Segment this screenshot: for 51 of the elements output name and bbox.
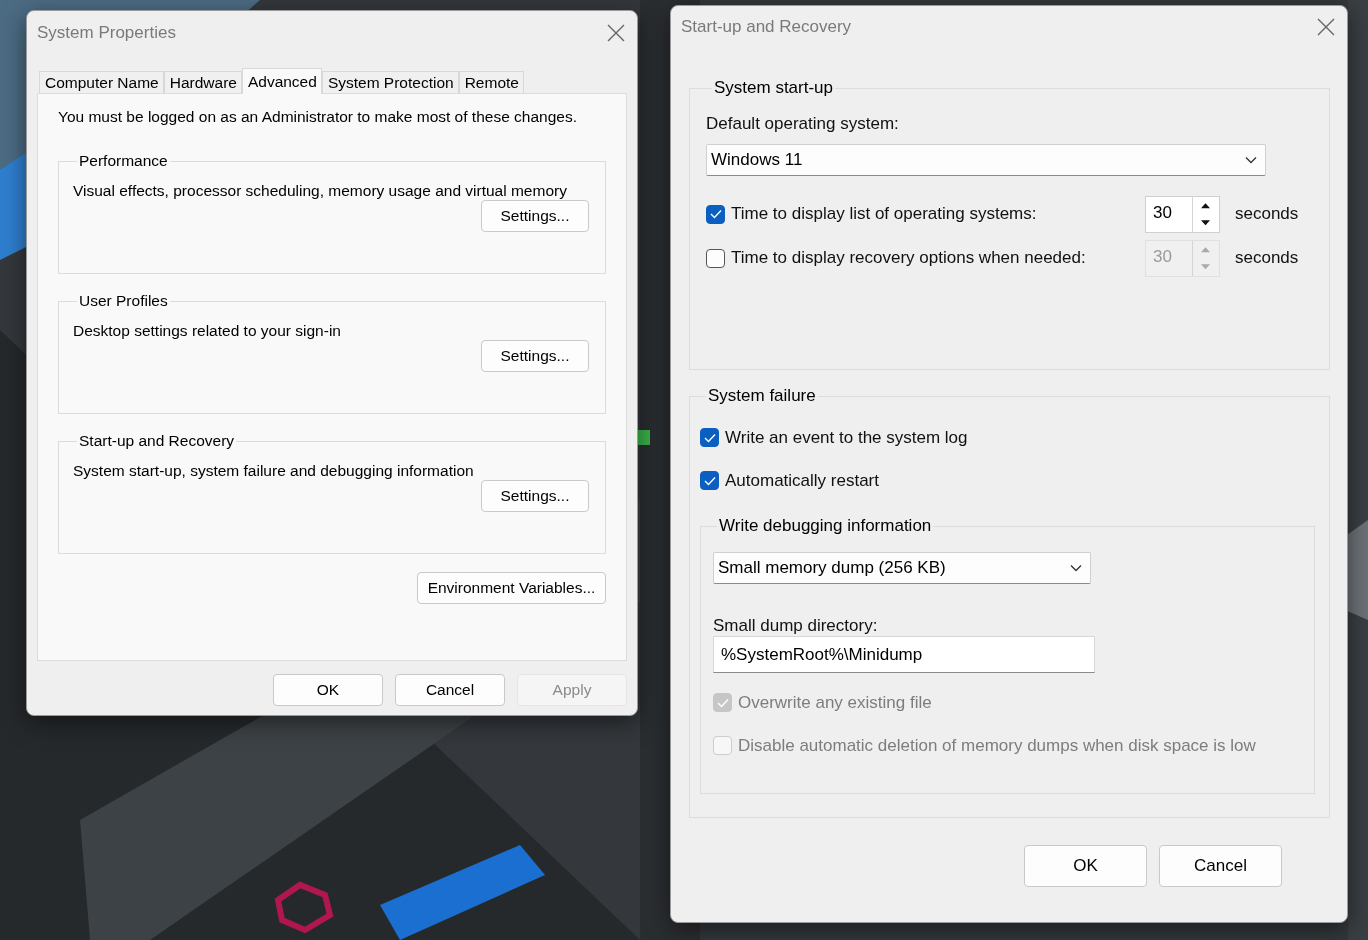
- checkbox-label: Automatically restart: [725, 470, 879, 491]
- unit-label: seconds: [1235, 204, 1300, 224]
- checkbox-label: Write an event to the system log: [725, 427, 968, 448]
- close-icon[interactable]: [1317, 18, 1335, 36]
- settings-button[interactable]: Settings...: [481, 340, 589, 372]
- checkbox-label: Time to display list of operating systems:: [731, 204, 1037, 224]
- dialog-button[interactable]: OK: [273, 674, 383, 706]
- chevron-down-icon: [1070, 564, 1082, 572]
- chevron-down-icon: [1245, 156, 1257, 164]
- number-spinner[interactable]: 30: [1145, 195, 1220, 233]
- checkbox-label: Overwrite any existing file: [738, 692, 932, 713]
- checkbox-label: Disable automatic deletion of memory dumps when disk space is low: [738, 735, 1256, 756]
- dump-type-dropdown[interactable]: Small memory dump (256 KB): [713, 552, 1091, 584]
- dialog-button[interactable]: Cancel: [1159, 845, 1282, 887]
- checkmark-icon: [703, 432, 716, 443]
- checkbox-label: Time to display recovery options when needed:: [731, 248, 1086, 268]
- checkmark-icon: [716, 697, 729, 708]
- group-title: Write debugging information: [718, 516, 933, 536]
- checkbox[interactable]: [706, 204, 725, 224]
- tab[interactable]: System Protection: [321, 71, 459, 93]
- checkbox[interactable]: [700, 428, 719, 447]
- field-label: Small dump directory:: [713, 616, 879, 636]
- window-title: System Properties: [37, 23, 176, 43]
- group-title: User Profiles: [78, 292, 169, 310]
- group-title: Performance: [78, 152, 169, 170]
- environment-variables-button[interactable]: Environment Variables...: [417, 572, 606, 604]
- unit-label: seconds: [1235, 248, 1300, 268]
- group-description: Desktop settings related to your sign-in: [73, 322, 342, 340]
- os-dropdown[interactable]: Windows 11: [706, 144, 1266, 176]
- checkmark-icon: [703, 475, 716, 486]
- tab[interactable]: Remote: [458, 71, 524, 93]
- dialog-button[interactable]: OK: [1024, 845, 1147, 887]
- notice-text: You must be logged on as an Administrator to make most of these changes.: [58, 108, 578, 126]
- checkbox[interactable]: [700, 471, 719, 490]
- window-title: Start-up and Recovery: [681, 17, 852, 37]
- tab[interactable]: Computer Name: [39, 71, 164, 93]
- checkbox[interactable]: [706, 248, 725, 268]
- checkmark-icon: [709, 209, 722, 219]
- group-description: System start-up, system failure and debugging information: [73, 462, 475, 480]
- directory-field[interactable]: %SystemRoot%\Minidump: [713, 636, 1095, 673]
- field-label: Default operating system:: [706, 114, 900, 134]
- tab[interactable]: Hardware: [163, 71, 242, 93]
- settings-button[interactable]: Settings...: [481, 480, 589, 512]
- group-title: System start-up: [713, 78, 835, 98]
- group-title: System failure: [707, 386, 817, 406]
- tab[interactable]: Advanced: [241, 68, 322, 94]
- settings-button[interactable]: Settings...: [481, 200, 589, 232]
- group-description: Visual effects, processor scheduling, memory usage and virtual memory: [73, 182, 568, 200]
- group-title: Start-up and Recovery: [78, 432, 236, 450]
- dialog-button[interactable]: Cancel: [395, 674, 505, 706]
- close-icon[interactable]: [607, 24, 625, 42]
